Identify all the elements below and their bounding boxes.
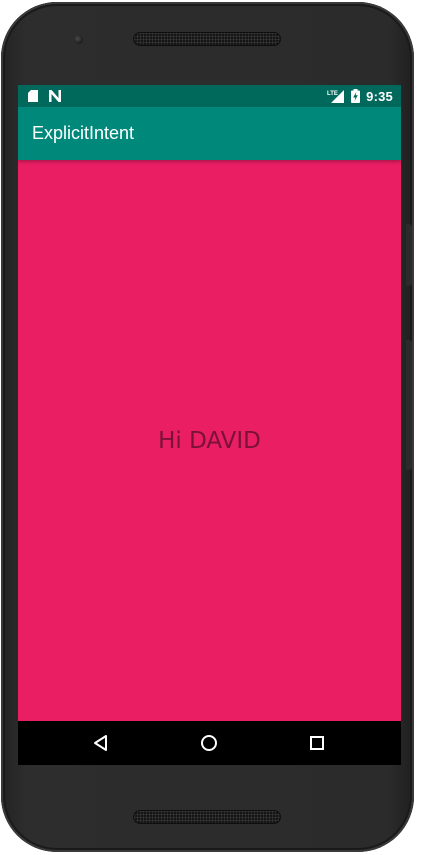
navigation-bar (18, 721, 401, 765)
status-time: 9:35 (366, 88, 393, 104)
back-button[interactable] (86, 728, 116, 758)
recents-icon (308, 734, 326, 752)
battery-charging-icon (351, 89, 361, 103)
page: LTE 9:35 ExplicitIntent Hi DAVID (0, 0, 422, 855)
sd-card-icon (28, 90, 38, 102)
device-screen: LTE 9:35 ExplicitIntent Hi DAVID (18, 85, 401, 765)
status-bar: LTE 9:35 (18, 85, 401, 107)
back-icon (92, 734, 110, 752)
phone-frame: LTE 9:35 ExplicitIntent Hi DAVID (1, 2, 414, 852)
volume-button (406, 340, 412, 470)
n-notification-icon (48, 90, 62, 102)
home-icon (200, 734, 218, 752)
bottom-speaker-grille (133, 810, 281, 824)
app-title: ExplicitIntent (32, 123, 135, 143)
app-toolbar: ExplicitIntent (18, 107, 401, 160)
main-content: Hi DAVID (18, 160, 401, 721)
greeting-text: Hi DAVID (158, 428, 261, 454)
lte-signal-icon: LTE (327, 89, 345, 103)
front-camera (74, 35, 83, 44)
power-button (406, 224, 412, 286)
status-right-icons: LTE 9:35 (327, 85, 393, 107)
status-left-icons (28, 89, 62, 103)
recents-button[interactable] (302, 728, 332, 758)
home-button[interactable] (194, 728, 224, 758)
svg-text:LTE: LTE (327, 91, 338, 97)
top-speaker-grille (133, 32, 281, 46)
